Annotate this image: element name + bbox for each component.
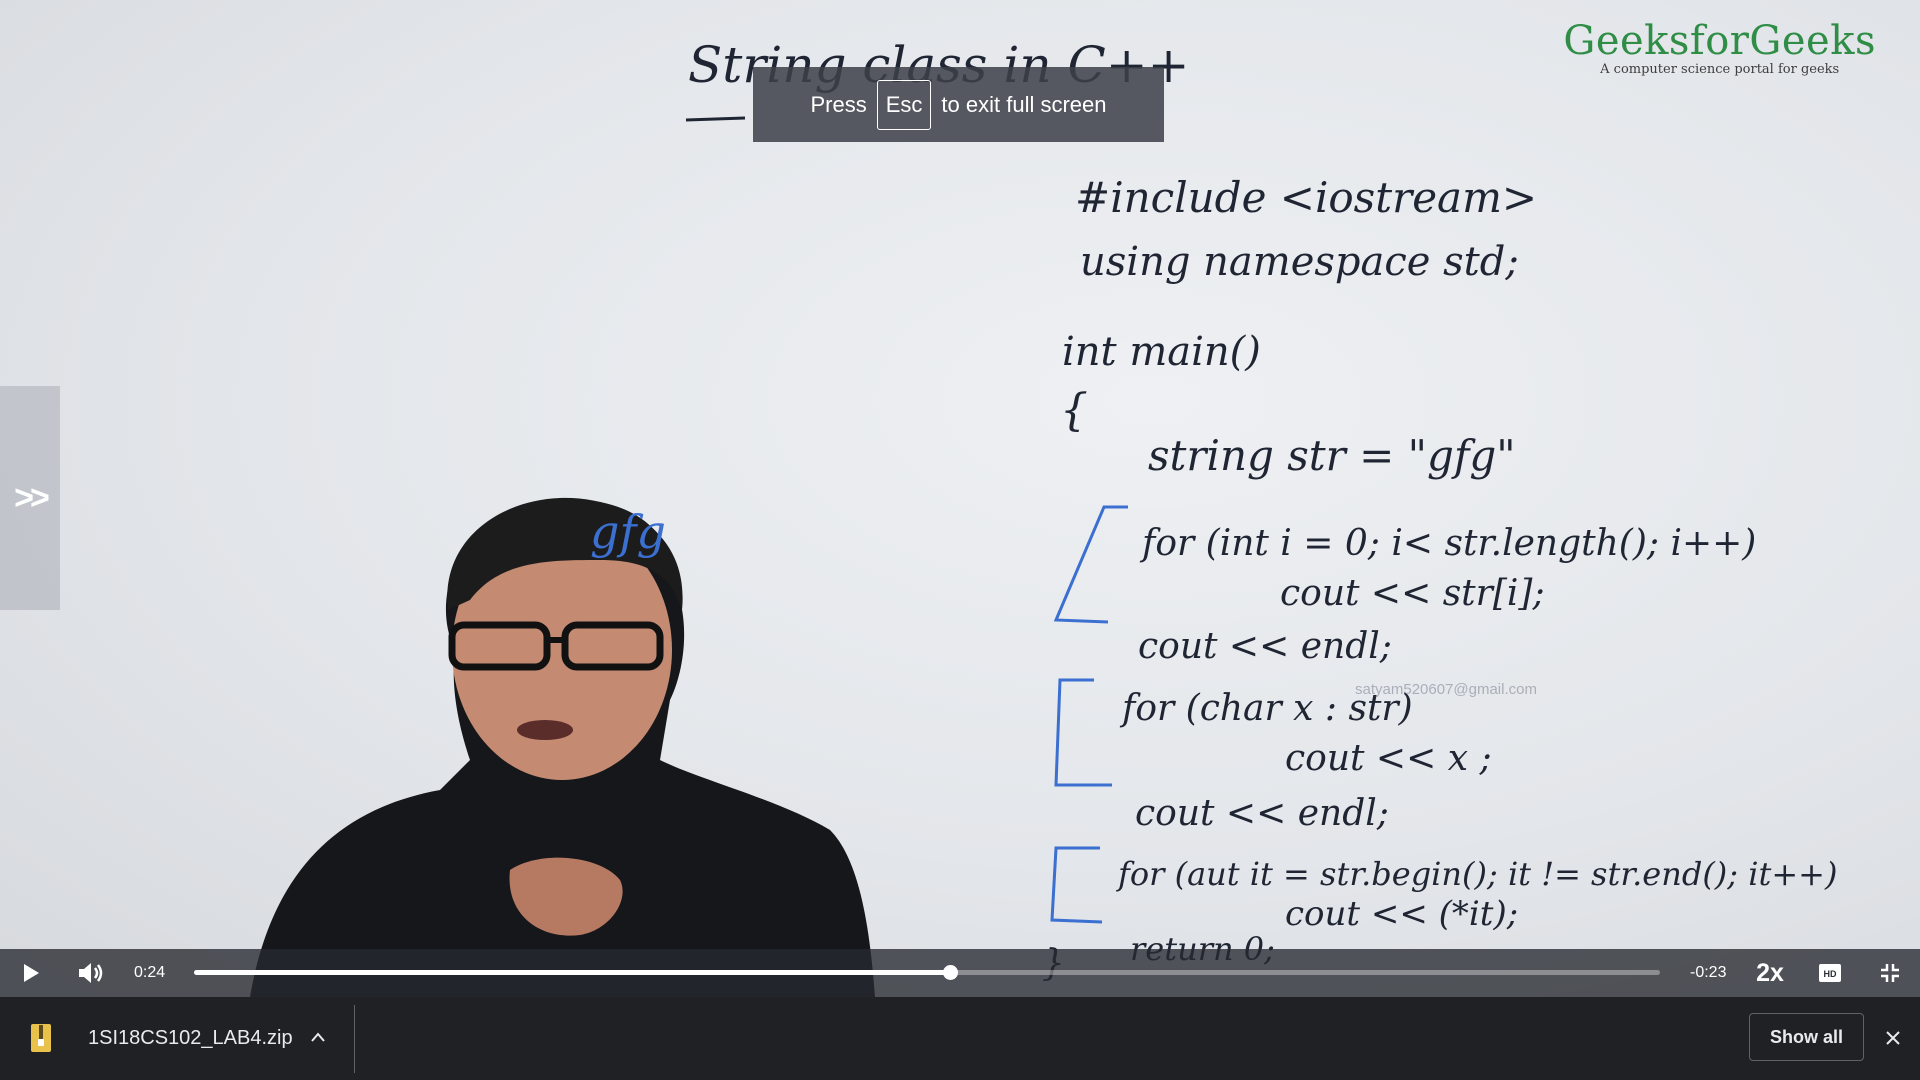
volume-button[interactable] [74, 949, 108, 997]
exit-fullscreen-button[interactable] [1874, 949, 1906, 997]
code-line-12: for (aut it = str.begin(); it != str.end… [1116, 855, 1837, 893]
chevron-up-icon[interactable] [310, 1031, 326, 1043]
bracket-1 [1053, 505, 1128, 624]
play-icon [24, 964, 39, 982]
presenter [250, 497, 875, 997]
code-line-4: { [1060, 385, 1088, 436]
exit-fullscreen-icon [1881, 964, 1899, 982]
toast-text-after: to exit full screen [941, 91, 1107, 117]
bracket-3 [1050, 846, 1103, 924]
downloads-bar: 1SI18CS102_LAB4.zip Show all [0, 997, 1920, 1080]
code-line-7: cout << str[i]; [1280, 573, 1545, 614]
gfg-logo: GeeksforGeeks A computer science portal … [1563, 18, 1876, 77]
hd-icon: HD [1819, 964, 1841, 982]
hd-button[interactable]: HD [1814, 949, 1846, 997]
close-icon [1886, 1031, 1900, 1045]
logo-tagline: A computer science portal for geeks [1600, 62, 1840, 77]
side-panel-toggle[interactable]: >> [0, 386, 60, 610]
code-line-13: cout << (*it); [1285, 894, 1518, 934]
zip-file-icon [31, 1024, 51, 1052]
play-button[interactable] [14, 949, 48, 997]
code-line-1: #include <iostream> [1075, 173, 1537, 222]
download-item[interactable]: 1SI18CS102_LAB4.zip [0, 997, 355, 1080]
seek-bar[interactable] [194, 965, 1660, 980]
toast-esc-key: Esc [876, 79, 932, 130]
code-line-3: int main() [1062, 329, 1261, 375]
elapsed-time: 0:24 [134, 964, 166, 981]
show-all-button[interactable]: Show all [1749, 1013, 1864, 1061]
bracket-2 [1054, 678, 1112, 787]
downloads-divider [354, 1005, 355, 1073]
whiteboard: gfg String class in C++ #include <iostre… [250, 36, 1837, 997]
fullscreen-toast: Press Esc to exit full screen [753, 67, 1164, 142]
seek-progress [194, 970, 951, 975]
code-line-10: cout << x ; [1285, 738, 1492, 779]
code-line-6: for (int i = 0; i< str.length(); i++) [1139, 523, 1756, 564]
code-line-11: cout << endl; [1135, 793, 1389, 834]
code-line-5: string str = "gfg" [1148, 431, 1516, 480]
code-line-2: using namespace std; [1080, 239, 1519, 285]
volume-icon [79, 963, 103, 983]
remaining-time: -0:23 [1690, 964, 1727, 981]
board-side-note: gfg [590, 505, 666, 559]
close-downloads-button[interactable] [1880, 1019, 1906, 1057]
seek-handle[interactable] [943, 965, 959, 980]
code-line-8: cout << endl; [1138, 626, 1392, 667]
toast-text-before: Press [810, 91, 867, 117]
playback-speed-button[interactable]: 2x [1752, 949, 1788, 997]
email-watermark: satyam520607@gmail.com [1355, 681, 1537, 698]
video-player[interactable]: gfg String class in C++ #include <iostre… [0, 0, 1920, 997]
svg-text:HD: HD [1824, 969, 1837, 979]
player-controls: 0:24 -0:23 2x HD [0, 949, 1920, 997]
download-file-name: 1SI18CS102_LAB4.zip [88, 1027, 293, 1049]
logo-name: GeeksforGeeks [1563, 18, 1876, 64]
